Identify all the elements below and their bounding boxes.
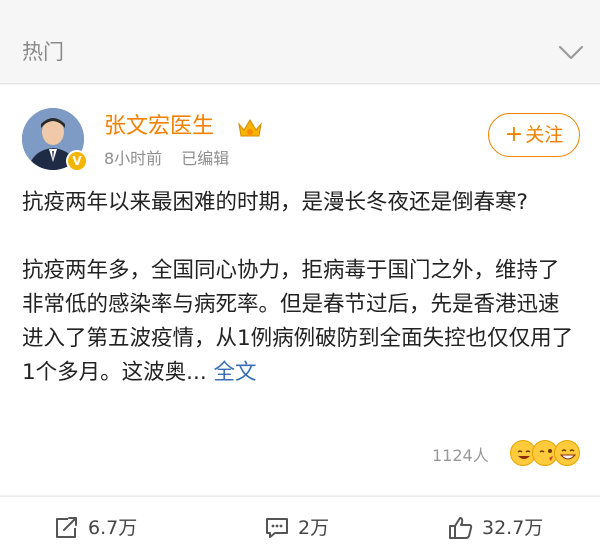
comment-icon (266, 518, 288, 538)
post-body: 抗疫两年多，全国同心协力，拒病毒于国门之外，维持了非常低的感染率与病死率。但是春… (22, 254, 578, 390)
post-text: 抗疫两年以来最困难的时期，是漫长冬夜还是倒春寒? 抗疫两年多，全国同心协力，拒病… (22, 186, 578, 390)
edited-label: 已编辑 (181, 149, 230, 168)
verified-icon: V (66, 150, 88, 172)
thumbs-up-icon (449, 517, 473, 539)
repost-count: 6.7万 (88, 517, 138, 539)
vip-crown-icon[interactable] (236, 114, 264, 142)
collapse-button[interactable] (556, 40, 586, 66)
follow-button[interactable]: + 关注 (488, 113, 580, 157)
emoji-grin-icon (554, 440, 580, 466)
section-header: 热门 (0, 0, 600, 84)
action-bar: 6.7万 2万 32.7万 (0, 496, 600, 560)
post-time: 8小时前 (104, 149, 163, 168)
plus-icon: + (504, 122, 524, 147)
chevron-down-icon (558, 45, 584, 60)
read-more-link[interactable]: 全文 (214, 360, 257, 385)
section-title: 热门 (22, 40, 64, 64)
share-icon (56, 517, 77, 538)
author-name[interactable]: 张文宏医生 (104, 112, 214, 142)
comment-count: 2万 (298, 517, 330, 539)
like-count: 32.7万 (482, 517, 544, 539)
post-meta: 8小时前 已编辑 (104, 148, 229, 170)
reaction-count: 1124人 (432, 446, 489, 465)
post-body-text: 抗疫两年多，全国同心协力，拒病毒于国门之外，维持了非常低的感染率与病死率。但是春… (22, 258, 574, 385)
follow-label: 关注 (525, 124, 564, 146)
post-title-line: 抗疫两年以来最困难的时期，是漫长冬夜还是倒春寒? (22, 190, 528, 215)
